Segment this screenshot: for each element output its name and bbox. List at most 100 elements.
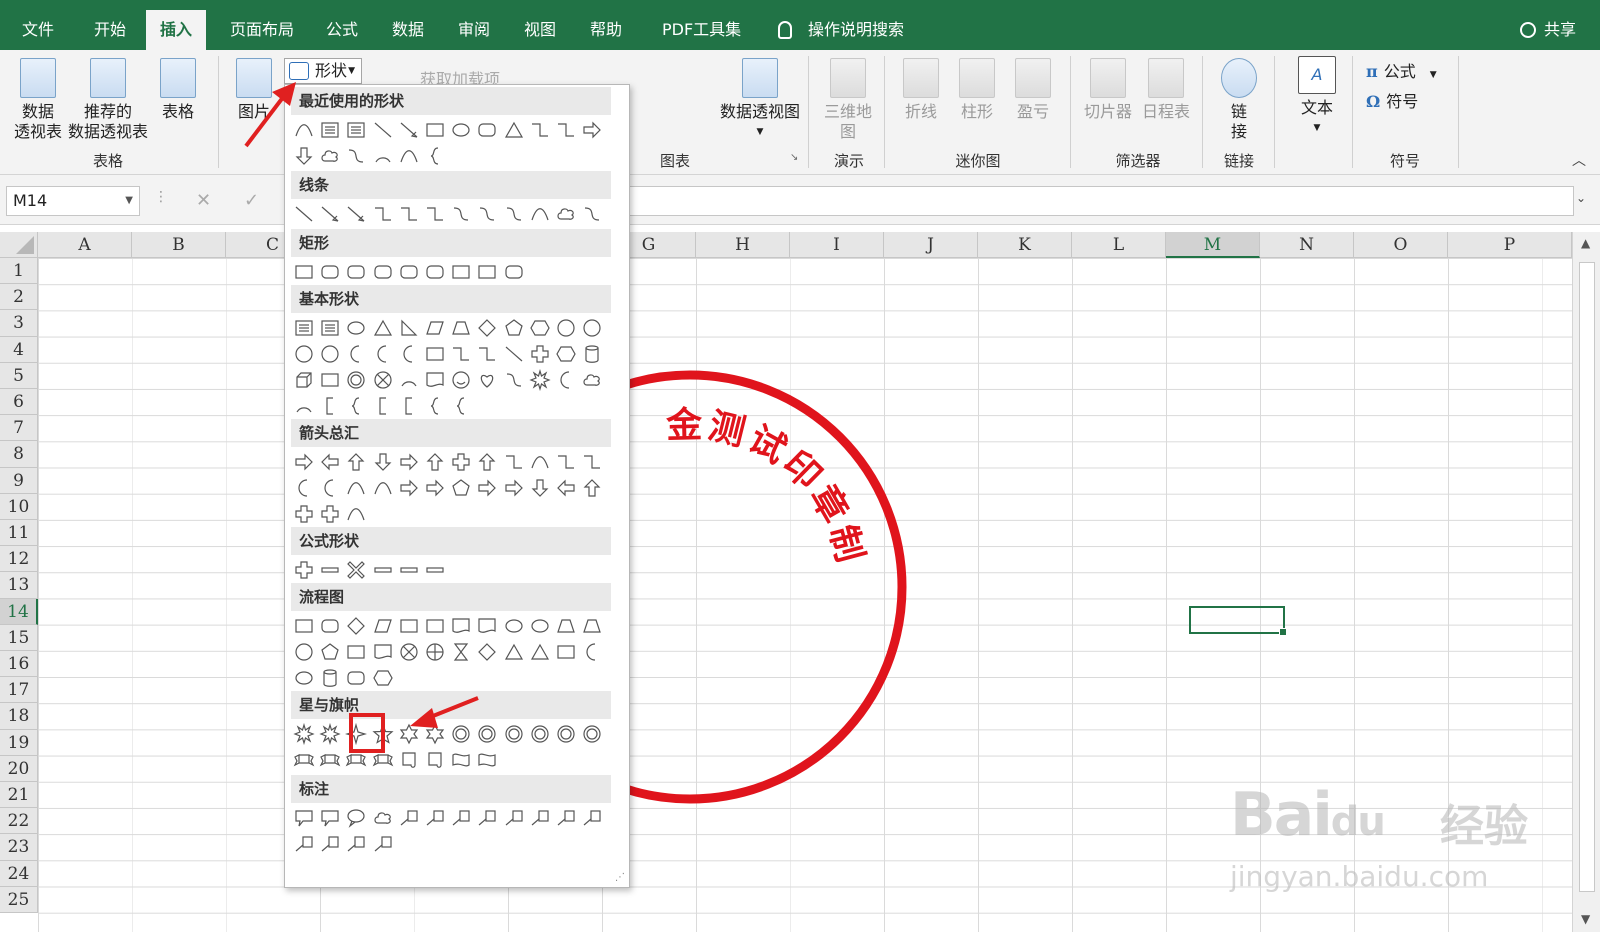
share-button[interactable]: 共享	[1519, 10, 1576, 50]
tab-help[interactable]: 帮助	[576, 10, 636, 50]
shape-cloud-icon[interactable]	[555, 203, 577, 225]
table-button[interactable]: 表格	[156, 58, 200, 122]
pivot-table-button[interactable]: 数据 透视表	[10, 58, 66, 142]
shape-star6-icon[interactable]	[398, 723, 420, 745]
tab-formulas[interactable]: 公式	[312, 10, 372, 50]
shape-rect-icon[interactable]	[424, 615, 446, 637]
shape-circ-icon[interactable]	[293, 641, 315, 663]
shape-scurve-icon[interactable]	[503, 369, 525, 391]
shape-rarrow-icon[interactable]	[476, 477, 498, 499]
shape-hex-icon[interactable]	[529, 317, 551, 339]
shape-brace-icon[interactable]	[345, 395, 367, 417]
shape-rrect-icon[interactable]	[345, 261, 367, 283]
shape-curve-icon[interactable]	[529, 451, 551, 473]
shape-callline-icon[interactable]	[450, 807, 472, 829]
shape-rect-icon[interactable]	[424, 343, 446, 365]
shape-brace-icon[interactable]	[424, 395, 446, 417]
3d-map-button[interactable]: 三维地 图	[820, 58, 876, 142]
shape-elbow-icon[interactable]	[503, 451, 525, 473]
shape-curve-icon[interactable]	[529, 203, 551, 225]
shape-seal-icon[interactable]	[503, 723, 525, 745]
shape-arc-icon[interactable]	[372, 145, 394, 167]
shape-cross-icon[interactable]	[372, 369, 394, 391]
shape-rrect-icon[interactable]	[398, 261, 420, 283]
text-button[interactable]: A 文本 ▼	[1290, 56, 1344, 138]
tab-home[interactable]: 开始	[80, 10, 140, 50]
shape-trap-icon[interactable]	[555, 615, 577, 637]
symbol-button[interactable]: Ω 符号	[1366, 88, 1418, 112]
shape-para-icon[interactable]	[372, 615, 394, 637]
tab-review[interactable]: 审阅	[444, 10, 504, 50]
shape-arrowline-icon[interactable]	[398, 119, 420, 141]
shape-orc-icon[interactable]	[424, 641, 446, 663]
sparkline-column-button[interactable]: 柱形	[954, 58, 1000, 122]
shape-moon-icon[interactable]	[372, 343, 394, 365]
shape-doc-icon[interactable]	[372, 641, 394, 663]
shape-scurve-icon[interactable]	[503, 203, 525, 225]
shape-larrow-icon[interactable]	[555, 477, 577, 499]
shape-seal-icon[interactable]	[581, 723, 603, 745]
shape-uarrow-icon[interactable]	[581, 477, 603, 499]
shape-smile-icon[interactable]	[450, 369, 472, 391]
shape-circ-icon[interactable]	[319, 343, 341, 365]
shape-elbow-icon[interactable]	[398, 203, 420, 225]
shape-wave-icon[interactable]	[450, 749, 472, 771]
shape-darrow-icon[interactable]	[372, 451, 394, 473]
shape-doc-icon[interactable]	[476, 615, 498, 637]
shape-rect-icon[interactable]	[476, 261, 498, 283]
shape-cyl-icon[interactable]	[581, 343, 603, 365]
slicer-button[interactable]: 切片器	[1080, 58, 1136, 122]
shape-uarrow-icon[interactable]	[476, 451, 498, 473]
shape-line-icon[interactable]	[293, 203, 315, 225]
shape-curve-icon[interactable]	[372, 477, 394, 499]
shape-minus-icon[interactable]	[319, 559, 341, 581]
shape-minus-icon[interactable]	[398, 559, 420, 581]
shape-callrect-icon[interactable]	[293, 807, 315, 829]
shape-trap-icon[interactable]	[581, 615, 603, 637]
shape-rarrow-icon[interactable]	[503, 477, 525, 499]
shape-callline-icon[interactable]	[555, 807, 577, 829]
shape-callrect-icon[interactable]	[319, 807, 341, 829]
sparkline-line-button[interactable]: 折线	[898, 58, 944, 122]
shape-plus-icon[interactable]	[293, 559, 315, 581]
shape-elbow-icon[interactable]	[476, 343, 498, 365]
shape-bracket-icon[interactable]	[398, 395, 420, 417]
link-button[interactable]: 链 接	[1214, 58, 1264, 142]
shape-elbow-icon[interactable]	[529, 119, 551, 141]
shape-rect-icon[interactable]	[293, 615, 315, 637]
shape-rect-icon[interactable]	[345, 641, 367, 663]
shape-larrow-icon[interactable]	[319, 451, 341, 473]
shape-line-icon[interactable]	[372, 119, 394, 141]
shape-uarrow-icon[interactable]	[345, 451, 367, 473]
shape-callline-icon[interactable]	[424, 807, 446, 829]
shape-callline-icon[interactable]	[476, 807, 498, 829]
shape-textbox-icon[interactable]	[319, 119, 341, 141]
resize-grip-icon[interactable]: ⋰	[615, 872, 625, 883]
shape-uarrow-icon[interactable]	[424, 451, 446, 473]
shape-doc-icon[interactable]	[450, 615, 472, 637]
shape-elbow-icon[interactable]	[555, 119, 577, 141]
shape-oval-icon[interactable]	[293, 667, 315, 689]
shape-ribbon-icon[interactable]	[293, 749, 315, 771]
shape-mult-icon[interactable]	[345, 559, 367, 581]
shape-elbow-icon[interactable]	[555, 451, 577, 473]
shape-circ-icon[interactable]	[555, 317, 577, 339]
shape-hex-icon[interactable]	[372, 667, 394, 689]
shape-rarrow-icon[interactable]	[293, 451, 315, 473]
shape-cloud-icon[interactable]	[581, 369, 603, 391]
shape-rarrow-icon[interactable]	[581, 119, 603, 141]
tab-file[interactable]: 文件	[8, 10, 68, 50]
shape-moon-icon[interactable]	[345, 343, 367, 365]
shape-heart-icon[interactable]	[476, 369, 498, 391]
shape-rrect-icon[interactable]	[372, 261, 394, 283]
shape-oval-icon[interactable]	[450, 119, 472, 141]
tab-insert[interactable]: 插入	[146, 10, 207, 50]
tell-me-search[interactable]: 操作说明搜索	[778, 10, 904, 50]
shape-star6-icon[interactable]	[424, 723, 446, 745]
shape-textbox-icon[interactable]	[345, 119, 367, 141]
shape-oval-icon[interactable]	[529, 615, 551, 637]
shape-callline-icon[interactable]	[319, 833, 341, 855]
shape-arrowline-icon[interactable]	[319, 203, 341, 225]
expand-formula-icon[interactable]: ⌄	[1576, 191, 1586, 205]
shape-arc-icon[interactable]	[293, 395, 315, 417]
